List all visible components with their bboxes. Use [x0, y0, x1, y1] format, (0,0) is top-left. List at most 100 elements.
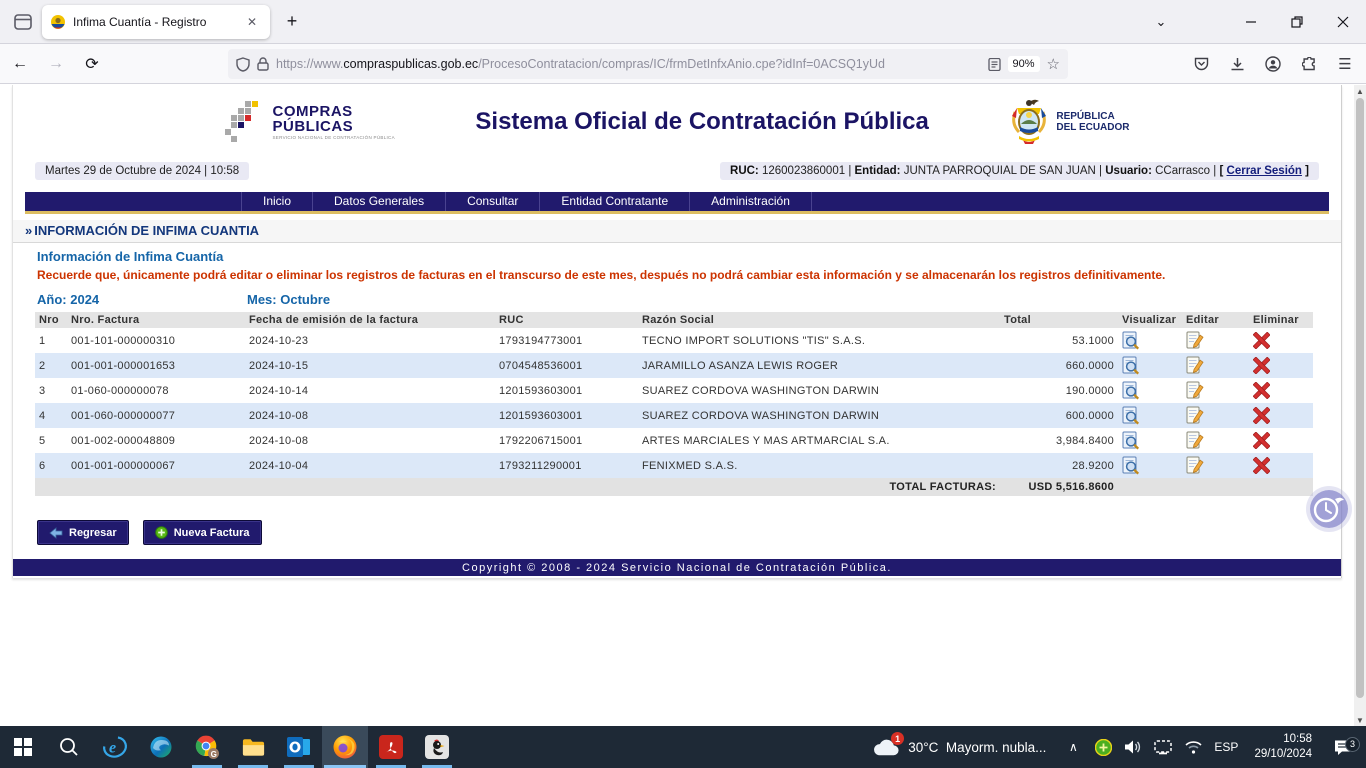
antivirus-tray-icon[interactable]: [1090, 739, 1116, 756]
bird-app-button[interactable]: [414, 726, 460, 768]
scrollbar-thumb[interactable]: [1356, 98, 1364, 698]
firefox-view-icon: [14, 14, 32, 30]
zoom-level-badge[interactable]: 90%: [1008, 56, 1040, 72]
tray-chevron-icon[interactable]: ∧: [1060, 740, 1086, 754]
logout-link[interactable]: Cerrar Sesión: [1227, 165, 1302, 177]
logo-text-line2: PÚBLICAS: [273, 119, 395, 134]
start-button[interactable]: [0, 726, 46, 768]
tab-close-icon[interactable]: ✕: [242, 12, 262, 32]
internet-explorer-button[interactable]: e: [92, 726, 138, 768]
delete-button[interactable]: [1249, 378, 1313, 403]
pocket-icon[interactable]: [1186, 49, 1216, 79]
browser-tab[interactable]: Infima Cuantía - Registro ✕: [42, 5, 270, 39]
cell-total: 53.1000: [1000, 328, 1118, 353]
bookmark-star-icon[interactable]: ☆: [1047, 55, 1060, 73]
cell-razon-social: TECNO IMPORT SOLUTIONS "TIS" S.A.S.: [638, 328, 1000, 353]
chrome-button[interactable]: G: [184, 726, 230, 768]
minimize-button[interactable]: [1228, 0, 1274, 43]
delete-button[interactable]: [1249, 403, 1313, 428]
republic-text-line2: DEL ECUADOR: [1056, 122, 1129, 134]
edit-button[interactable]: [1182, 378, 1249, 403]
taskbar-clock[interactable]: 10:58 29/10/2024: [1246, 732, 1320, 762]
screenshot-timer-badge[interactable]: [1310, 490, 1348, 528]
cell-fecha: 2024-10-14: [245, 378, 495, 403]
acrobat-button[interactable]: [368, 726, 414, 768]
logo-tagline: SERVICIO NACIONAL DE CONTRATACIÓN PÚBLIC…: [273, 136, 395, 141]
nav-item-datos-generales[interactable]: Datos Generales: [313, 192, 446, 211]
browser-tab-bar: Infima Cuantía - Registro ✕ + ⌄: [0, 0, 1366, 44]
nav-item-entidad-contratante[interactable]: Entidad Contratante: [540, 192, 690, 211]
visualize-button[interactable]: [1118, 453, 1182, 478]
visualize-button[interactable]: [1118, 353, 1182, 378]
shield-icon[interactable]: [236, 57, 250, 72]
language-indicator[interactable]: ESP: [1210, 740, 1242, 754]
visualize-icon: [1122, 331, 1140, 350]
cell-razon-social: ARTES MARCIALES Y MAS ARTMARCIAL S.A.: [638, 428, 1000, 453]
nav-item-consultar[interactable]: Consultar: [446, 192, 540, 211]
page-title: Sistema Oficial de Contratación Pública: [475, 108, 928, 136]
account-icon[interactable]: [1258, 49, 1288, 79]
visualize-button[interactable]: [1118, 378, 1182, 403]
taskbar-weather[interactable]: 1 30°C Mayorm. nubla...: [862, 737, 1056, 757]
edit-button[interactable]: [1182, 353, 1249, 378]
edit-button[interactable]: [1182, 453, 1249, 478]
url-bar[interactable]: https://www.compraspublicas.gob.ec/Proce…: [228, 49, 1068, 79]
reload-button[interactable]: ⟳: [76, 49, 108, 79]
edge-button[interactable]: [138, 726, 184, 768]
volume-icon[interactable]: [1120, 739, 1146, 755]
extensions-icon[interactable]: [1294, 49, 1324, 79]
windows-icon: [14, 738, 32, 756]
new-tab-button[interactable]: +: [278, 8, 306, 36]
user-value: CCarrasco: [1155, 165, 1210, 177]
cell-fecha: 2024-10-15: [245, 353, 495, 378]
scroll-down-arrow[interactable]: ▼: [1354, 714, 1366, 726]
column-header: Total: [1000, 312, 1118, 328]
nav-item-administración[interactable]: Administración: [690, 192, 812, 211]
notification-count-badge: 3: [1345, 737, 1360, 752]
list-all-tabs-icon[interactable]: ⌄: [1144, 14, 1178, 30]
column-header: Razón Social: [638, 312, 1000, 328]
nav-gold-divider: [25, 211, 1329, 214]
taskbar-search-button[interactable]: [46, 726, 92, 768]
cell-factura: 001-060-000000077: [67, 403, 245, 428]
visualize-button[interactable]: [1118, 328, 1182, 353]
back-page-button[interactable]: Regresar: [37, 520, 129, 545]
nav-item-inicio[interactable]: Inicio: [241, 192, 313, 211]
close-window-button[interactable]: [1320, 0, 1366, 43]
total-value: USD 5,516.8600: [1000, 478, 1118, 496]
edit-button[interactable]: [1182, 328, 1249, 353]
firefox-view-button[interactable]: [8, 9, 38, 35]
delete-button[interactable]: [1249, 428, 1313, 453]
edge-icon: [149, 735, 173, 759]
column-header: Fecha de emisión de la factura: [245, 312, 495, 328]
delete-button[interactable]: [1249, 328, 1313, 353]
scroll-up-arrow[interactable]: ▲: [1354, 85, 1366, 97]
file-explorer-button[interactable]: [230, 726, 276, 768]
new-invoice-button[interactable]: Nueva Factura: [143, 520, 262, 545]
restore-button[interactable]: [1274, 0, 1320, 43]
reader-mode-icon[interactable]: [988, 58, 1001, 71]
downloads-icon[interactable]: [1222, 49, 1252, 79]
browser-scrollbar[interactable]: ▲ ▼: [1354, 85, 1366, 726]
month-value: Octubre: [280, 292, 330, 307]
edit-button[interactable]: [1182, 428, 1249, 453]
chrome-icon: G: [195, 735, 220, 760]
visualize-button[interactable]: [1118, 428, 1182, 453]
site-footer: Copyright © 2008 - 2024 Servicio Naciona…: [13, 559, 1341, 576]
table-row: 4001-060-0000000772024-10-08120159360300…: [35, 403, 1313, 428]
firefox-button[interactable]: [322, 726, 368, 768]
wifi-icon[interactable]: [1180, 740, 1206, 754]
user-label: Usuario:: [1105, 165, 1152, 177]
back-button[interactable]: ←: [4, 49, 36, 79]
action-center-button[interactable]: 3: [1324, 739, 1362, 756]
cast-tray-icon[interactable]: [1150, 740, 1176, 755]
delete-button[interactable]: [1249, 353, 1313, 378]
menu-icon[interactable]: ☰: [1330, 49, 1360, 79]
compras-publicas-pixel-icon: [225, 99, 267, 145]
outlook-button[interactable]: [276, 726, 322, 768]
edit-button[interactable]: [1182, 403, 1249, 428]
visualize-button[interactable]: [1118, 403, 1182, 428]
url-text[interactable]: https://www.compraspublicas.gob.ec/Proce…: [276, 57, 981, 71]
lock-icon[interactable]: [257, 57, 269, 71]
delete-button[interactable]: [1249, 453, 1313, 478]
